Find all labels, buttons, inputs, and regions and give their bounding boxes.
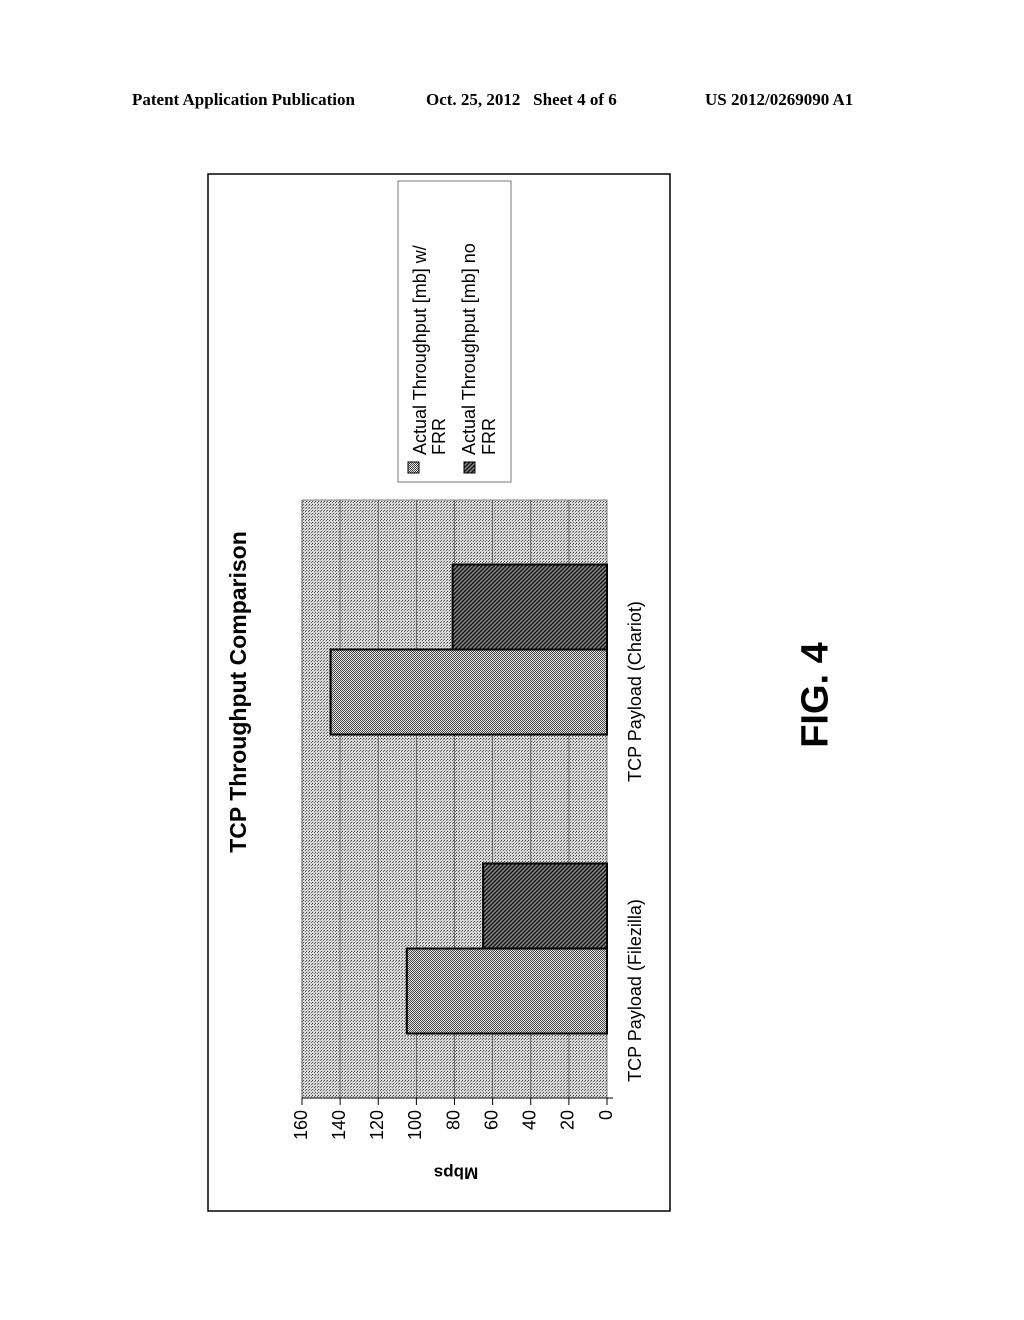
y-tick-label: 100 [405,1110,425,1140]
y-tick-label: 160 [291,1110,311,1140]
bar-w-frr [329,648,608,736]
legend: Actual Throughput [mb] w/ FRR Actual Thr… [397,180,512,483]
bar-no-frr [451,563,608,651]
legend-swatch-w-frr [407,461,420,474]
figure-label: FIG. 4 [766,640,866,750]
figure-label-text: FIG. 4 [794,642,837,748]
chart-title: TCP Throughput Comparison [225,531,251,853]
chart: 0 20 40 60 80 100 120 140 160 TCP Payload (Filez… [207,173,671,1212]
y-tick-label: 120 [367,1110,387,1140]
y-tick-label: 0 [596,1110,616,1120]
legend-label-no-frr-line1: Actual Throughput [mb] no [459,243,479,455]
legend-label-w-frr-line1: Actual Throughput [mb] w/ [410,245,430,455]
bar-no-frr [482,862,608,950]
y-tick-label: 80 [443,1110,463,1130]
legend-label-w-frr-line2: FRR [429,418,449,455]
category-label: TCP Payload (Filezilla) [625,899,645,1082]
category-label: TCP Payload (Chariot) [625,601,645,782]
y-axis-label: Mbps [434,1164,478,1183]
y-tick-label: 140 [329,1110,349,1140]
bar-w-frr [405,947,608,1035]
y-tick-label: 60 [481,1110,501,1130]
legend-label-no-frr-line2: FRR [479,418,499,455]
y-tick-label: 40 [520,1110,540,1130]
y-tick-label: 20 [558,1110,578,1130]
legend-swatch-no-frr [463,461,476,474]
